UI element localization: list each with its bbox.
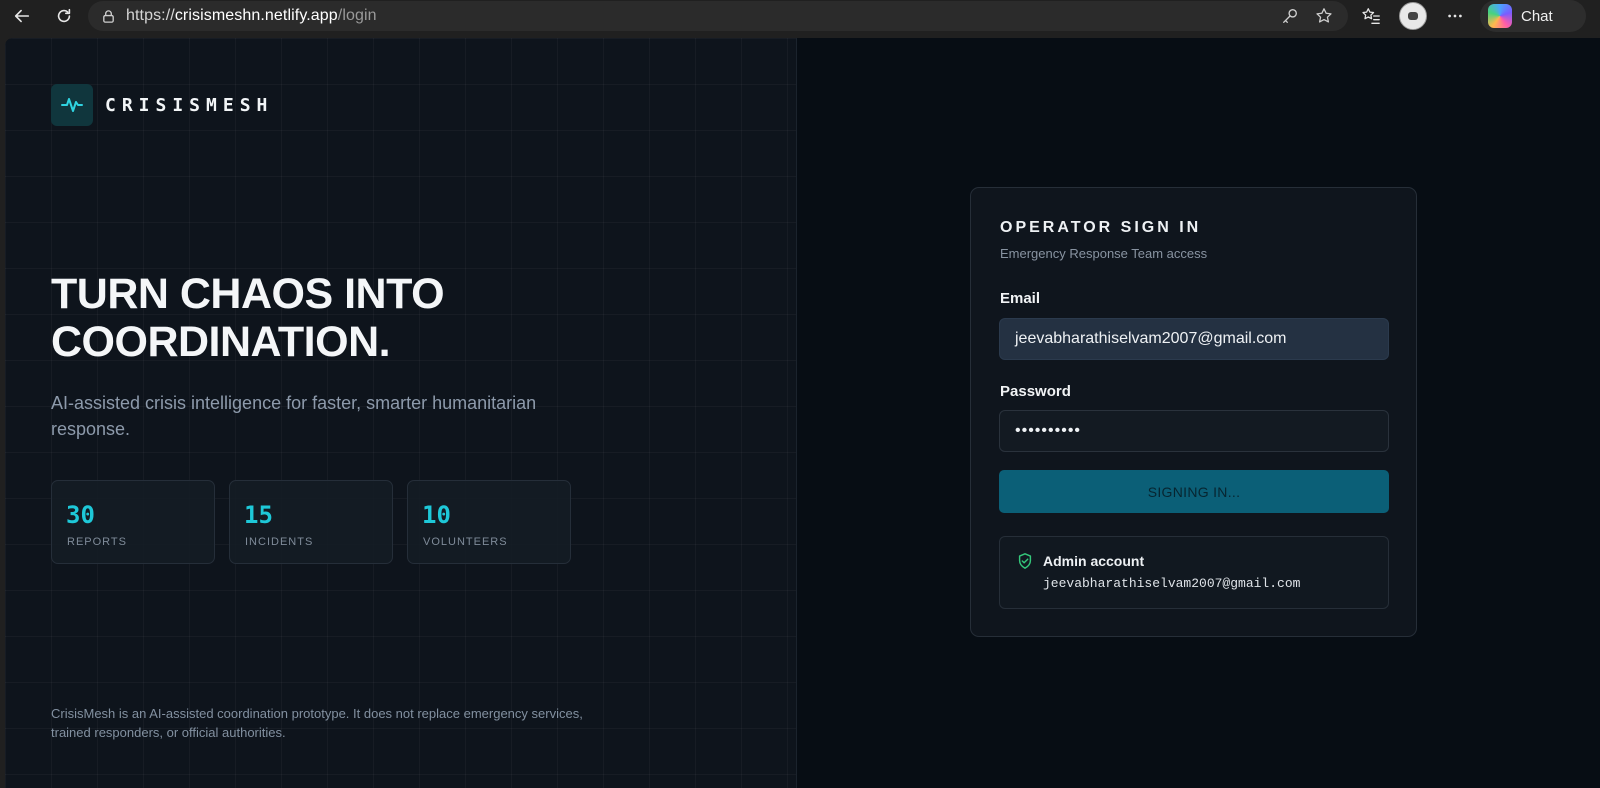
hero-headline: TURN CHAOS INTO COORDINATION. (51, 270, 611, 366)
admin-account-email: jeevabharathiselvam2007@gmail.com (1043, 576, 1301, 591)
star-icon[interactable] (1314, 6, 1334, 26)
url-scheme: https:// (126, 7, 175, 24)
disclaimer-text: CrisisMesh is an AI-assisted coordinatio… (51, 706, 583, 740)
sign-in-card: OPERATOR SIGN IN Emergency Response Team… (970, 187, 1417, 637)
stat-label: REPORTS (67, 536, 127, 548)
password-label: Password (1000, 383, 1071, 400)
back-arrow-icon[interactable] (5, 1, 39, 31)
profile-avatar[interactable] (1399, 2, 1427, 30)
url-path: /login (337, 7, 377, 24)
stat-value: 15 (244, 501, 273, 529)
stat-value: 10 (422, 501, 451, 529)
address-bar[interactable]: https://crisismeshn.netlify.app/login (88, 1, 1348, 31)
url-host: crisismeshn.netlify.app (174, 7, 338, 24)
admin-account-title: Admin account (1043, 553, 1145, 569)
sign-in-button[interactable]: SIGNING IN... (999, 470, 1389, 513)
stat-label: VOLUNTEERS (423, 536, 508, 548)
email-label: Email (1000, 290, 1041, 307)
stat-card-volunteers: 10 VOLUNTEERS (407, 480, 571, 564)
headline-line-1: TURN CHAOS INTO (51, 270, 445, 318)
headline-line-2: COORDINATION. (51, 318, 391, 366)
admin-account-notice: Admin account jeevabharathiselvam2007@gm… (999, 536, 1389, 609)
pulse-icon (51, 84, 93, 126)
browser-toolbar: https://crisismeshn.netlify.app/login Ch… (0, 0, 1600, 32)
password-field[interactable]: •••••••••• (999, 410, 1389, 452)
stat-card-reports: 30 REPORTS (51, 480, 215, 564)
favorites-icon[interactable] (1359, 4, 1383, 28)
sign-in-subtitle: Emergency Response Team access (1000, 246, 1208, 261)
hero-panel: CRISISMESH TURN CHAOS INTO COORDINATION.… (5, 38, 797, 788)
email-field[interactable]: jeevabharathiselvam2007@gmail.com (999, 318, 1389, 360)
brand-logo[interactable]: CRISISMESH (51, 84, 273, 126)
copilot-chat-button[interactable]: Chat (1480, 0, 1586, 32)
refresh-icon[interactable] (47, 1, 81, 31)
chat-label: Chat (1521, 7, 1553, 25)
lock-icon[interactable] (98, 6, 118, 26)
key-icon[interactable] (1280, 6, 1300, 26)
brand-name: CRISISMESH (105, 94, 274, 116)
url-text[interactable]: https://crisismeshn.netlify.app/login (126, 7, 377, 25)
stat-label: INCIDENTS (245, 536, 314, 548)
shield-check-icon (1018, 553, 1032, 569)
stat-card-incidents: 15 INCIDENTS (229, 480, 393, 564)
login-page: CRISISMESH TURN CHAOS INTO COORDINATION.… (5, 38, 1600, 788)
hero-subline: AI-assisted crisis intelligence for fast… (51, 393, 537, 439)
stat-value: 30 (66, 501, 95, 529)
sign-in-title: OPERATOR SIGN IN (1000, 219, 1202, 236)
more-options-icon[interactable] (1443, 4, 1467, 28)
copilot-icon (1488, 4, 1512, 28)
